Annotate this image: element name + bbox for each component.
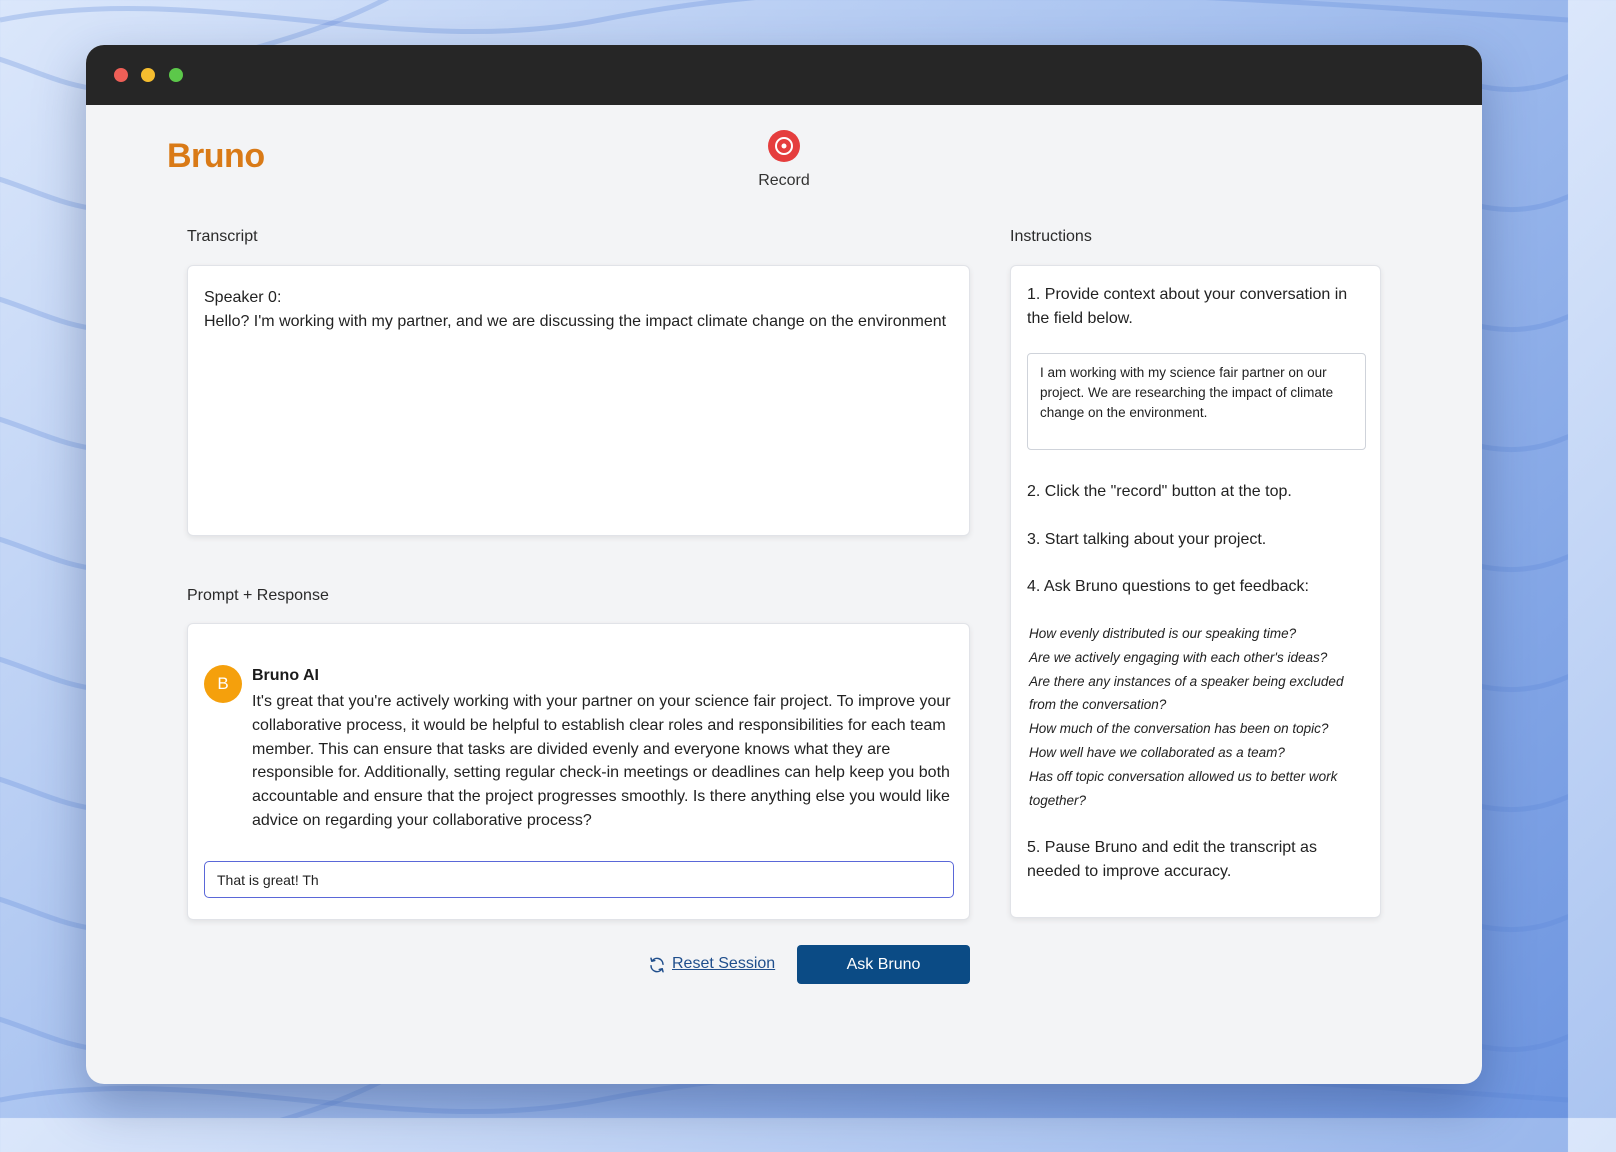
ai-response-text: It's great that you're actively working …	[252, 693, 951, 829]
prompt-input[interactable]	[204, 861, 954, 898]
context-field[interactable]: I am working with my science fair partne…	[1027, 353, 1366, 450]
transcript-text[interactable]: Speaker 0: Hello? I'm working with my pa…	[204, 286, 960, 334]
minimize-window-button[interactable]	[141, 68, 155, 82]
bruno-avatar: B	[204, 665, 242, 703]
example-question: Are we actively engaging with each other…	[1029, 649, 1328, 665]
reset-session-label: Reset Session	[672, 955, 776, 972]
example-question: How much of the conversation has been on…	[1029, 721, 1329, 737]
transcript-utterance: Hello? I'm working with my partner, and …	[204, 313, 947, 330]
instruction-step-3: 3. Start talking about your project.	[1027, 531, 1267, 548]
prompt-response-panel: B Bruno AI It's great that you're active…	[187, 623, 970, 920]
example-question: How evenly distributed is our speaking t…	[1029, 626, 1297, 641]
instruction-step-2: 2. Click the "record" button at the top.	[1027, 483, 1292, 500]
refresh-icon	[650, 957, 664, 973]
example-questions: How evenly distributed is our speaking t…	[1029, 622, 1374, 812]
record-icon	[768, 130, 800, 162]
transcript-heading: Transcript	[187, 228, 258, 245]
example-question: Are there any instances of a speaker bei…	[1029, 673, 1344, 713]
instruction-step-5: 5. Pause Bruno and edit the transcript a…	[1027, 839, 1317, 880]
title-bar	[86, 45, 1482, 105]
example-question: Has off topic conversation allowed us to…	[1029, 768, 1338, 808]
instructions-heading: Instructions	[1010, 228, 1092, 245]
example-question: How well have we collaborated as a team?	[1029, 744, 1285, 760]
transcript-panel[interactable]: Speaker 0: Hello? I'm working with my pa…	[187, 265, 970, 536]
record-label: Record	[758, 172, 810, 189]
close-window-button[interactable]	[114, 68, 128, 82]
app-logo: Bruno	[167, 137, 265, 175]
speaker-label: Speaker 0:	[204, 289, 282, 306]
prompt-response-heading: Prompt + Response	[187, 587, 329, 604]
ask-bruno-button[interactable]: Ask Bruno	[797, 945, 970, 984]
instruction-step-1: 1. Provide context about your conversati…	[1027, 286, 1348, 327]
maximize-window-button[interactable]	[169, 68, 183, 82]
record-button[interactable]: Record	[741, 130, 827, 192]
ai-name: Bruno AI	[252, 667, 319, 684]
instructions-panel: 1. Provide context about your conversati…	[1010, 265, 1381, 918]
app-window: Bruno Record Transcript Speaker 0: Hello…	[86, 45, 1482, 1084]
instruction-step-4: 4. Ask Bruno questions to get feedback:	[1027, 578, 1309, 595]
